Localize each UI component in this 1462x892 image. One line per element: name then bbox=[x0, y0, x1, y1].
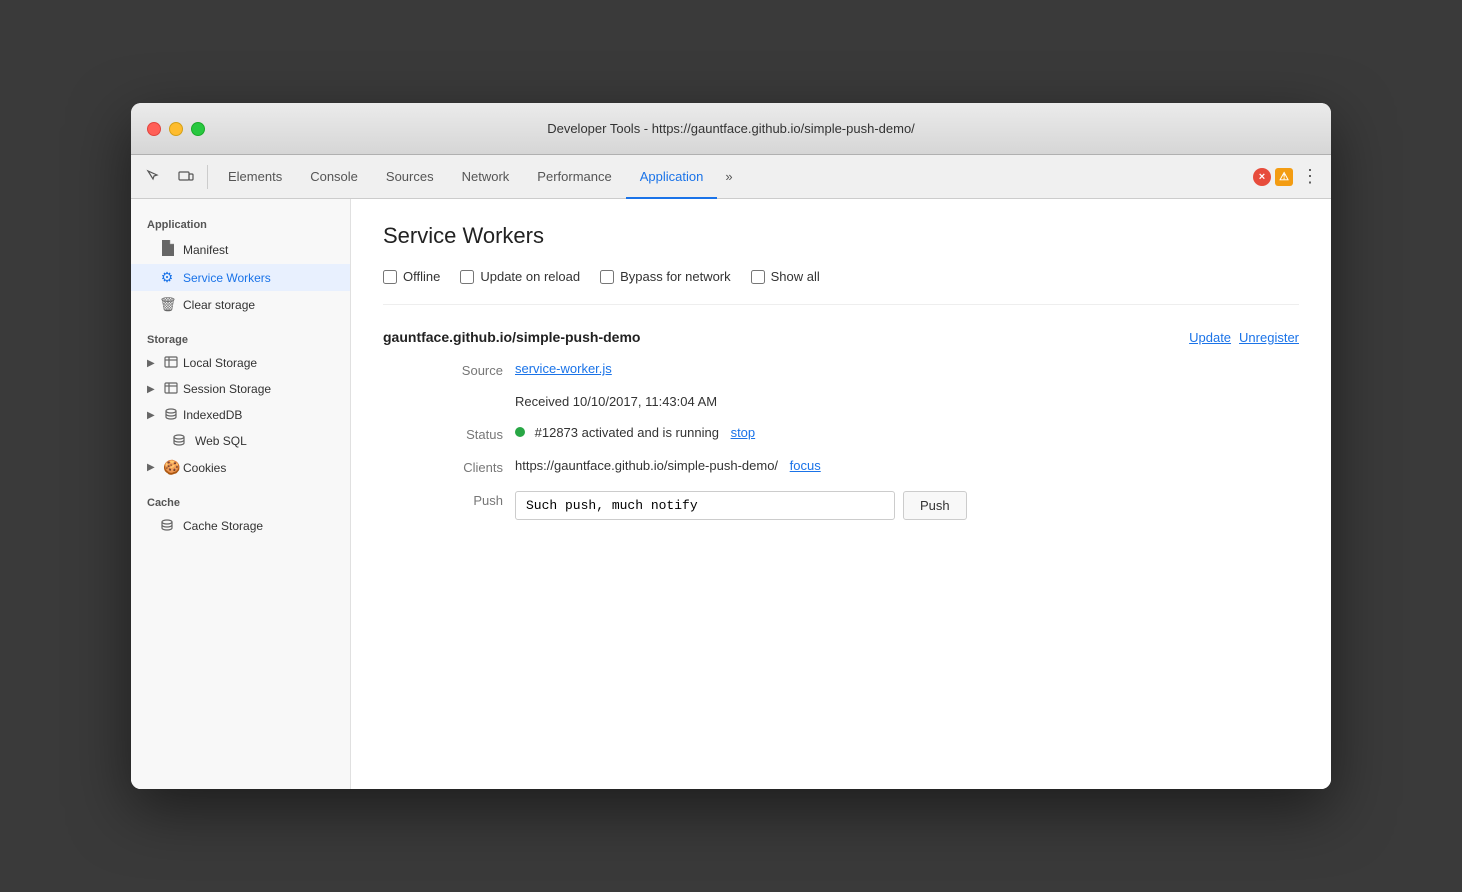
cache-storage-icon bbox=[159, 518, 175, 534]
stop-link[interactable]: stop bbox=[731, 425, 756, 440]
cookies-icon: 🍪 bbox=[163, 459, 179, 476]
toolbar: Elements Console Sources Network Perform… bbox=[131, 155, 1331, 199]
sidebar-section-cache: Cache bbox=[131, 489, 350, 513]
page-title: Service Workers bbox=[383, 223, 1299, 249]
tab-elements[interactable]: Elements bbox=[214, 156, 296, 199]
status-value: #12873 activated and is running stop bbox=[515, 425, 1299, 442]
clients-value: https://gauntface.github.io/simple-push-… bbox=[515, 458, 1299, 475]
main-layout: Application Manifest ⚙ Service Workers 🗑… bbox=[131, 199, 1331, 789]
sidebar-item-cache-storage[interactable]: Cache Storage bbox=[131, 513, 350, 539]
status-label: Status bbox=[423, 425, 503, 442]
tab-list: Elements Console Sources Network Perform… bbox=[214, 155, 1243, 198]
local-storage-icon bbox=[163, 355, 179, 371]
devtools-window: Developer Tools - https://gauntface.gith… bbox=[131, 103, 1331, 789]
tab-network[interactable]: Network bbox=[448, 156, 524, 199]
sidebar-item-local-storage[interactable]: ▶ Local Storage bbox=[131, 350, 350, 376]
toolbar-right: × ⚠ ⋮ bbox=[1253, 166, 1323, 187]
manifest-icon bbox=[159, 240, 175, 259]
sidebar-item-cookies[interactable]: ▶ 🍪 Cookies bbox=[131, 454, 350, 481]
options-row: Offline Update on reload Bypass for netw… bbox=[383, 269, 1299, 305]
sidebar-item-session-storage[interactable]: ▶ Session Storage bbox=[131, 376, 350, 402]
toolbar-divider bbox=[207, 165, 208, 189]
update-on-reload-checkbox[interactable] bbox=[460, 270, 474, 284]
status-indicator bbox=[515, 427, 525, 437]
sw-entry: gauntface.github.io/simple-push-demo Upd… bbox=[383, 329, 1299, 520]
indexeddb-icon bbox=[163, 407, 179, 423]
sw-origin-row: gauntface.github.io/simple-push-demo Upd… bbox=[383, 329, 1299, 345]
sidebar-item-web-sql[interactable]: Web SQL bbox=[131, 428, 350, 454]
sidebar-section-application: Application bbox=[131, 211, 350, 235]
error-badge[interactable]: × bbox=[1253, 168, 1271, 186]
sw-origin: gauntface.github.io/simple-push-demo bbox=[383, 329, 640, 345]
service-workers-icon: ⚙ bbox=[159, 269, 175, 286]
show-all-checkbox-label[interactable]: Show all bbox=[751, 269, 820, 284]
sw-details: Source service-worker.js Received 10/10/… bbox=[383, 361, 1299, 520]
received-value: Received 10/10/2017, 11:43:04 AM bbox=[515, 394, 1299, 409]
traffic-lights bbox=[147, 122, 205, 136]
sw-actions: Update Unregister bbox=[1189, 330, 1299, 345]
warning-badge[interactable]: ⚠ bbox=[1275, 168, 1293, 186]
clients-label: Clients bbox=[423, 458, 503, 475]
update-on-reload-checkbox-label[interactable]: Update on reload bbox=[460, 269, 580, 284]
push-input[interactable] bbox=[515, 491, 895, 520]
tab-application[interactable]: Application bbox=[626, 156, 718, 199]
close-button[interactable] bbox=[147, 122, 161, 136]
bypass-for-network-checkbox-label[interactable]: Bypass for network bbox=[600, 269, 731, 284]
sidebar-item-clear-storage[interactable]: 🗑 Clear storage bbox=[131, 291, 350, 318]
window-title: Developer Tools - https://gauntface.gith… bbox=[547, 121, 915, 136]
cookies-arrow: ▶ bbox=[147, 462, 159, 473]
web-sql-icon bbox=[171, 433, 187, 449]
tab-sources[interactable]: Sources bbox=[372, 156, 448, 199]
push-button[interactable]: Push bbox=[903, 491, 967, 520]
offline-checkbox-label[interactable]: Offline bbox=[383, 269, 440, 284]
received-label bbox=[423, 394, 503, 409]
device-toggle-icon[interactable] bbox=[171, 162, 201, 192]
main-content: Service Workers Offline Update on reload… bbox=[351, 199, 1331, 789]
source-link[interactable]: service-worker.js bbox=[515, 361, 612, 376]
inspect-icon[interactable] bbox=[139, 162, 169, 192]
tab-console[interactable]: Console bbox=[296, 156, 372, 199]
maximize-button[interactable] bbox=[191, 122, 205, 136]
sidebar-item-manifest[interactable]: Manifest bbox=[131, 235, 350, 264]
show-all-checkbox[interactable] bbox=[751, 270, 765, 284]
source-value: service-worker.js bbox=[515, 361, 1299, 378]
more-options-button[interactable]: ⋮ bbox=[1297, 166, 1323, 187]
unregister-link[interactable]: Unregister bbox=[1239, 330, 1299, 345]
session-storage-arrow: ▶ bbox=[147, 384, 159, 395]
push-row: Push bbox=[515, 491, 1299, 520]
sidebar-item-indexeddb[interactable]: ▶ IndexedDB bbox=[131, 402, 350, 428]
indexeddb-arrow: ▶ bbox=[147, 410, 159, 421]
offline-checkbox[interactable] bbox=[383, 270, 397, 284]
titlebar: Developer Tools - https://gauntface.gith… bbox=[131, 103, 1331, 155]
sidebar-item-service-workers[interactable]: ⚙ Service Workers bbox=[131, 264, 350, 291]
tab-more-button[interactable]: » bbox=[717, 155, 740, 198]
local-storage-arrow: ▶ bbox=[147, 358, 159, 369]
sidebar-section-storage: Storage bbox=[131, 326, 350, 350]
minimize-button[interactable] bbox=[169, 122, 183, 136]
source-label: Source bbox=[423, 361, 503, 378]
push-label: Push bbox=[423, 491, 503, 520]
bypass-for-network-checkbox[interactable] bbox=[600, 270, 614, 284]
tab-performance[interactable]: Performance bbox=[523, 156, 625, 199]
update-link[interactable]: Update bbox=[1189, 330, 1231, 345]
session-storage-icon bbox=[163, 381, 179, 397]
sidebar: Application Manifest ⚙ Service Workers 🗑… bbox=[131, 199, 351, 789]
focus-link[interactable]: focus bbox=[790, 458, 821, 473]
clear-storage-icon: 🗑 bbox=[159, 296, 175, 313]
